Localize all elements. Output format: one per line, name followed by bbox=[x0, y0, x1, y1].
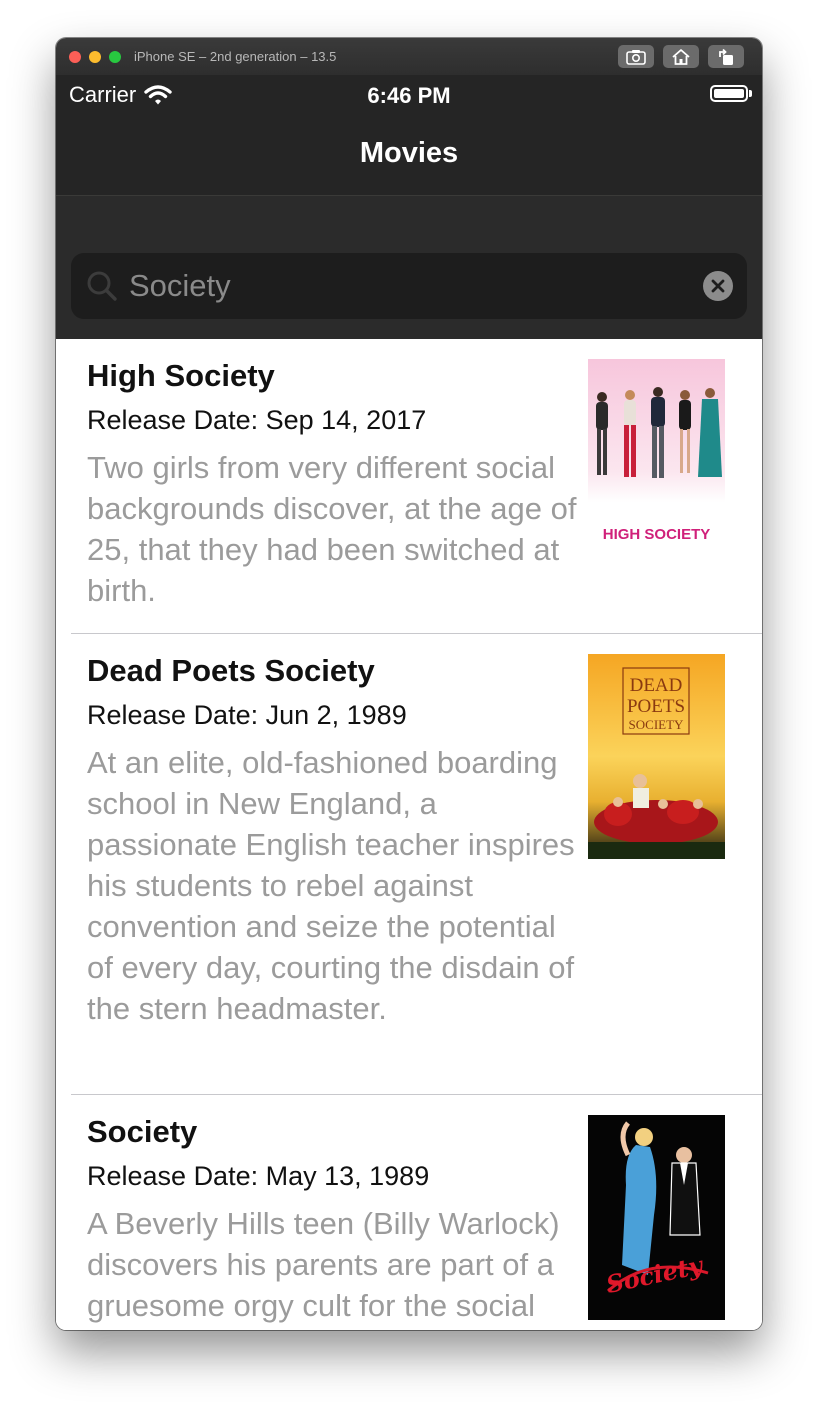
movie-row[interactable]: Society Release Date: May 13, 1989 A Bev… bbox=[56, 1095, 762, 1330]
search-input[interactable] bbox=[129, 262, 689, 310]
zoom-window-button[interactable] bbox=[109, 51, 121, 63]
movie-title: Dead Poets Society bbox=[87, 653, 375, 688]
movie-row[interactable]: High Society Release Date: Sep 14, 2017 … bbox=[56, 339, 762, 634]
movie-release-date: Release Date: Jun 2, 1989 bbox=[87, 700, 407, 730]
movie-overview: Two girls from very different social bac… bbox=[87, 450, 577, 608]
screenshot-icon bbox=[626, 49, 646, 65]
search-icon bbox=[87, 271, 117, 301]
search-field[interactable] bbox=[71, 253, 747, 319]
window-title: iPhone SE – 2nd generation – 13.5 bbox=[134, 49, 337, 64]
movie-poster: Society bbox=[588, 1115, 725, 1320]
battery-tip bbox=[749, 90, 752, 97]
rotate-icon bbox=[719, 48, 733, 65]
poster-title-line: POETS bbox=[627, 696, 685, 717]
home-button[interactable] bbox=[663, 45, 699, 68]
movie-poster: HIGH SOCIETY bbox=[588, 359, 725, 564]
home-icon bbox=[672, 48, 690, 65]
phone-screen: Carrier 6:46 PM Movies Society High Soci… bbox=[56, 75, 762, 1330]
search-bar bbox=[56, 195, 762, 339]
poster-title-line: SOCIETY bbox=[629, 717, 685, 732]
minimize-window-button[interactable] bbox=[89, 51, 101, 63]
movie-overview: A Beverly Hills teen (Billy Warlock) dis… bbox=[87, 1206, 560, 1330]
screenshot-button[interactable] bbox=[618, 45, 654, 68]
movie-overview: At an elite, old-fashioned boarding scho… bbox=[87, 745, 575, 1026]
navigation-bar: Carrier 6:46 PM Movies bbox=[56, 75, 762, 195]
page-title: Movies bbox=[359, 137, 459, 169]
movie-release-date: Release Date: May 13, 1989 bbox=[87, 1161, 430, 1191]
poster-title-text: HIGH SOCIETY bbox=[603, 526, 711, 543]
movie-release-date: Release Date: Sep 14, 2017 bbox=[87, 405, 427, 435]
movie-title: Society bbox=[87, 1114, 198, 1149]
simulator-window: iPhone SE – 2nd generation – 13.5 Carrie… bbox=[56, 38, 762, 1330]
poster-title-line: DEAD bbox=[630, 675, 683, 696]
clear-search-button[interactable] bbox=[703, 271, 733, 301]
window-titlebar: iPhone SE – 2nd generation – 13.5 bbox=[56, 38, 762, 76]
clear-icon bbox=[711, 279, 725, 293]
movie-row[interactable]: Dead Poets Society Release Date: Jun 2, … bbox=[56, 634, 762, 1095]
movie-poster: DEAD POETS SOCIETY bbox=[588, 654, 725, 859]
status-time: 6:46 PM bbox=[367, 83, 451, 108]
battery-icon bbox=[710, 85, 748, 102]
close-window-button[interactable] bbox=[69, 51, 81, 63]
movie-title: High Society bbox=[87, 358, 275, 393]
movie-list: High Society Release Date: Sep 14, 2017 … bbox=[56, 339, 762, 1330]
rotate-button[interactable] bbox=[708, 45, 744, 68]
